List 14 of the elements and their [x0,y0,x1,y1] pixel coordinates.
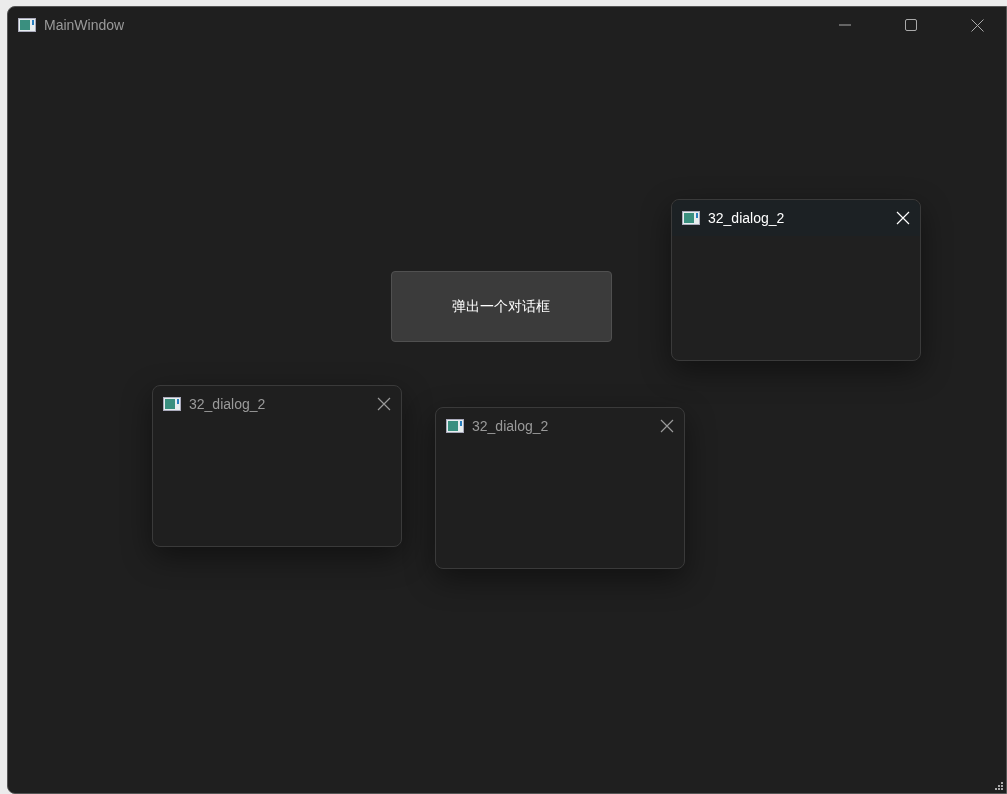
resize-grip-icon[interactable] [995,782,1004,791]
maximize-icon[interactable] [905,19,917,31]
app-icon [18,18,36,32]
dialog-title: 32_dialog_2 [189,396,267,412]
close-icon[interactable] [970,18,984,32]
close-icon[interactable] [377,397,391,411]
dialog-title: 32_dialog_2 [472,418,550,434]
app-icon [682,211,700,225]
app-icon [163,397,181,411]
app-icon [446,419,464,433]
close-icon[interactable] [660,419,674,433]
dialog-title: 32_dialog_2 [708,210,786,226]
window-title: MainWindow [44,17,126,33]
open-dialog-button[interactable]: 弹出一个对话框 [390,271,612,342]
